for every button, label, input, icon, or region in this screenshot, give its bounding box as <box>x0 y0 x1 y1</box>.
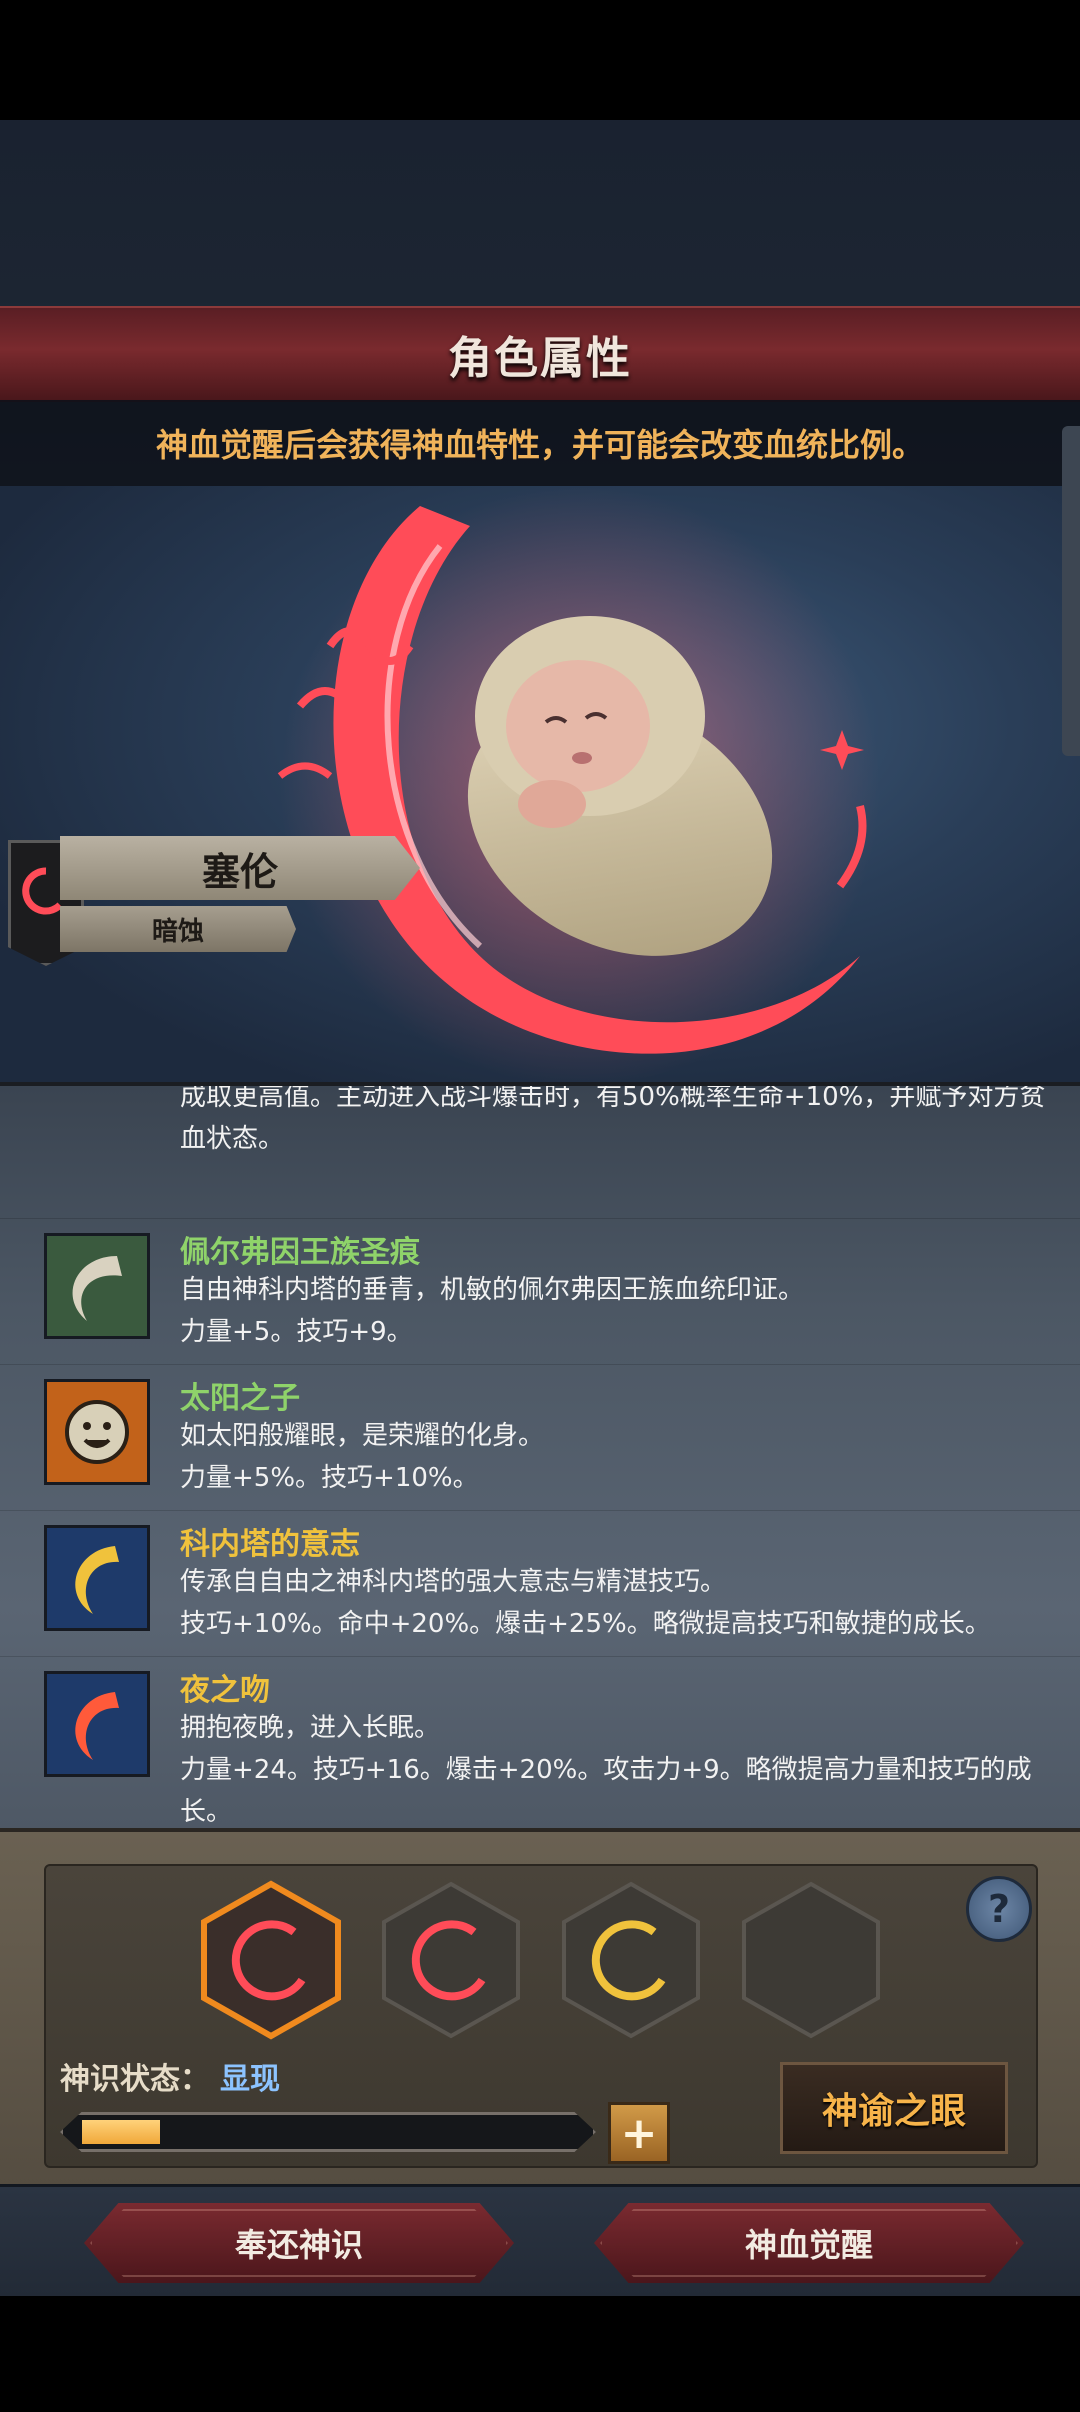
blood-awaken-label: 神血觉醒 <box>744 2226 873 2264</box>
character-tag: 暗蚀 <box>151 916 204 947</box>
trait-description: 拥抱夜晚，进入长眠。 力量+24。技巧+16。爆击+20%。攻击力+9。略微提高… <box>180 1707 1050 1832</box>
page-subtitle: 神血觉醒后会获得神血特性，并可能会改变血统比例。 <box>155 426 924 464</box>
trait-item: 佩尔弗因王族圣痕 自由神科内塔的垂青，机敏的佩尔弗因王族血统印证。 力量+5。技… <box>0 1218 1080 1365</box>
hero-illustration <box>0 486 1080 1082</box>
golden-moon-icon <box>44 1525 150 1631</box>
character-attributes-screen: 角色属性 神血觉醒后会获得神血特性，并可能会改变血统比例。 塞伦 暗蚀 成取更高… <box>0 120 1080 2296</box>
trait-desc-line: 传承自自由之神科内塔的强大意志与精湛技巧。 <box>180 1567 727 1597</box>
sense-progress-fill <box>82 2120 160 2144</box>
help-button[interactable]: ? <box>966 1876 1032 1942</box>
trait-list[interactable]: 成取更高值。主动进入战斗爆击时，有50%概率生命+10%，并赋予对方贫血状态。 … <box>0 1082 1080 1832</box>
trait-name: 太阳之子 <box>180 1381 300 1416</box>
trait-desc-line: 自由神科内塔的垂青，机敏的佩尔弗因王族血统印证。 <box>180 1275 805 1305</box>
sense-status-value: 显现 <box>220 2062 280 2097</box>
crimson-rune-slot[interactable] <box>198 1880 344 2040</box>
return-sense-label: 奉还神识 <box>234 2226 363 2264</box>
trait-stats-line: 力量+5%。技巧+10%。 <box>180 1463 479 1493</box>
trait-description: 自由神科内塔的垂青，机敏的佩尔弗因王族血统印证。 力量+5。技巧+9。 <box>180 1269 1050 1353</box>
trait-stats-line: 力量+5。技巧+9。 <box>180 1317 413 1347</box>
trait-description: 如太阳般耀眼，是荣耀的化身。 力量+5%。技巧+10%。 <box>180 1415 1050 1499</box>
sun-face-icon <box>44 1379 150 1485</box>
crimson-rune-slot[interactable] <box>378 1880 524 2040</box>
blood-awaken-button[interactable]: 神血觉醒 <box>594 2203 1024 2283</box>
character-name-plate: 塞伦 <box>60 836 420 900</box>
trait-name: 佩尔弗因王族圣痕 <box>180 1235 420 1270</box>
subtitle-band: 神血觉醒后会获得神血特性，并可能会改变血统比例。 <box>0 400 1080 486</box>
swaddled-baby-illustration <box>277 486 880 1082</box>
pale-wave-icon <box>44 1233 150 1339</box>
trait-desc-line: 拥抱夜晚，进入长眠。 <box>180 1713 441 1743</box>
crimson-moon-icon <box>44 1671 150 1777</box>
return-sense-button[interactable]: 奉还神识 <box>84 2203 514 2283</box>
empty-rune-slot[interactable] <box>738 1880 884 2040</box>
trait-item: 科内塔的意志 传承自自由之神科内塔的强大意志与精湛技巧。 技巧+10%。命中+2… <box>0 1510 1080 1657</box>
question-icon: ? <box>987 1887 1011 1931</box>
gold-rune-slot[interactable] <box>558 1880 704 2040</box>
trait-item: 太阳之子 如太阳般耀眼，是荣耀的化身。 力量+5%。技巧+10%。 <box>0 1364 1080 1511</box>
divine-sense-inner: ? 神识状态： 显现 + 神谕之眼 <box>44 1864 1038 2168</box>
divine-sense-panel: ? 神识状态： 显现 + 神谕之眼 <box>0 1828 1080 2188</box>
trait-stats-line: 力量+24。技巧+16。爆击+20%。攻击力+9。略微提高力量和技巧的成长。 <box>180 1755 1032 1827</box>
trait-desc-line: 如太阳般耀眼，是荣耀的化身。 <box>180 1421 545 1451</box>
side-drawer-handle[interactable] <box>1062 426 1080 756</box>
oracle-eye-button[interactable]: 神谕之眼 <box>780 2062 1008 2154</box>
title-bar: 角色属性 <box>0 306 1080 402</box>
sense-status-label: 神识状态： <box>60 2062 210 2097</box>
add-sense-button[interactable]: + <box>608 2102 670 2164</box>
character-name: 塞伦 <box>201 849 278 894</box>
character-tag-plate: 暗蚀 <box>60 906 296 952</box>
trait-name: 科内塔的意志 <box>180 1527 360 1562</box>
plus-icon: + <box>620 2107 658 2159</box>
oracle-eye-label: 神谕之眼 <box>821 2091 966 2132</box>
bottom-action-bar: 奉还神识 神血觉醒 <box>0 2184 1080 2296</box>
trait-stats-line: 技巧+10%。命中+20%。爆击+25%。略微提高技巧和敏捷的成长。 <box>180 1609 991 1639</box>
trait-name: 夜之吻 <box>180 1673 270 1708</box>
trait-partial-text: 成取更高值。主动进入战斗爆击时，有50%概率生命+10%，并赋予对方贫血状态。 <box>180 1082 1046 1154</box>
page-title: 角色属性 <box>448 333 632 384</box>
trait-item: 夜之吻 拥抱夜晚，进入长眠。 力量+24。技巧+16。爆击+20%。攻击力+9。… <box>0 1656 1080 1827</box>
trait-description: 传承自自由之神科内塔的强大意志与精湛技巧。 技巧+10%。命中+20%。爆击+2… <box>180 1561 1050 1645</box>
